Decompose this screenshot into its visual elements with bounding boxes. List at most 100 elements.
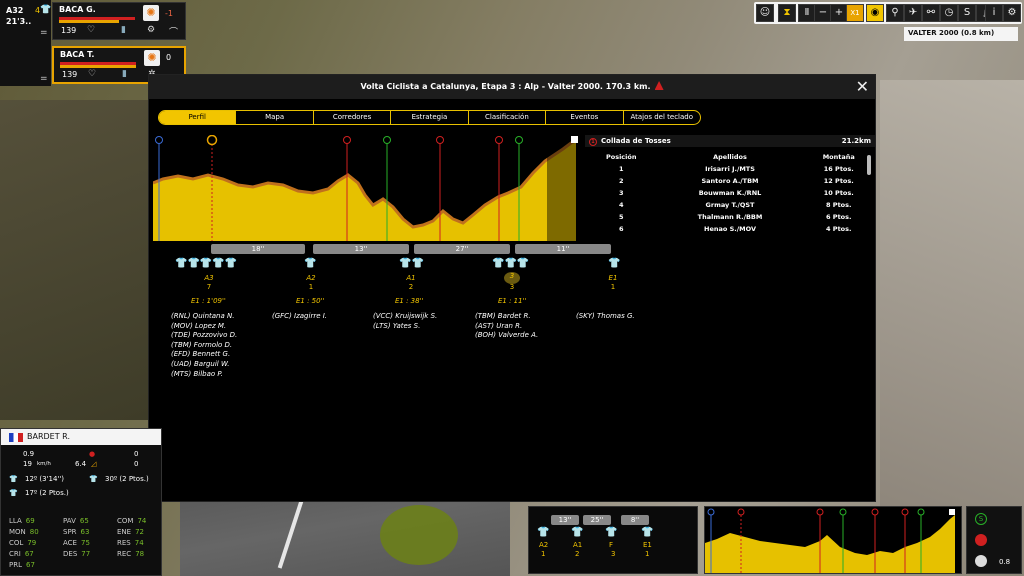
gap-bar: 25'' xyxy=(583,515,611,525)
cell: 16 Ptos. xyxy=(823,165,854,173)
rider-panel: BARDET R. 0.9 ● 0 19 km/h 6.4 ◿ 0 👕 12º … xyxy=(0,428,162,576)
stat-spr: SPR 63 xyxy=(63,528,90,536)
info-icon[interactable]: i xyxy=(985,4,1003,22)
list-item[interactable]: (MTS) Bilbao P. xyxy=(171,370,237,380)
list-item[interactable]: (TDE) Pozzovivo D. xyxy=(171,331,237,341)
cell: 8 Ptos. xyxy=(826,201,852,209)
table-row[interactable]: 6 Henao S./MOV 4 Ptos. xyxy=(585,223,875,235)
list-item[interactable]: (TBM) Bardet R. xyxy=(475,312,538,322)
rider-panel-header[interactable]: BARDET R. xyxy=(1,429,161,445)
mountain-icon[interactable] xyxy=(975,534,987,546)
group-time: E1 : 50'' xyxy=(296,297,325,305)
gap-bar: 11'' xyxy=(515,244,611,254)
group-category: A1 xyxy=(573,541,583,549)
table-row[interactable]: 5 Thalmann R./BBM 6 Ptos. xyxy=(585,211,875,223)
cyclist-icon[interactable]: ⚲ xyxy=(886,4,904,22)
list-item[interactable]: (BOH) Valverde A. xyxy=(475,331,538,341)
jersey-group[interactable]: 👕👕 xyxy=(399,258,424,269)
hourglass-icon[interactable]: ⧗ xyxy=(778,4,796,22)
jersey-icon: 👕 xyxy=(40,5,52,15)
mini-profile[interactable] xyxy=(704,506,962,574)
dialog-header: Volta Ciclista a Catalunya, Etapa 3 : Al… xyxy=(149,75,875,99)
group-count: 3 xyxy=(611,550,616,558)
tab-bar: Perfil Mapa Corredores Estrategia Clasif… xyxy=(158,110,701,125)
group-count: 7 xyxy=(206,283,212,291)
rider-energy: 139 xyxy=(62,70,78,79)
list-item[interactable]: (SKY) Thomas G. xyxy=(576,312,635,322)
hill-slope xyxy=(0,100,150,420)
green-jersey-icon: 👕 xyxy=(89,475,98,483)
tab-mapa[interactable]: Mapa xyxy=(236,111,314,124)
jersey-group[interactable]: 👕👕👕👕👕 xyxy=(175,258,237,269)
list-item[interactable]: (LTS) Yates S. xyxy=(373,322,437,332)
cell: 6 Ptos. xyxy=(826,213,852,221)
jersey-icon: 👕👕👕👕 xyxy=(175,258,225,269)
sprint-icon[interactable]: S xyxy=(958,4,976,22)
jersey-icon: 👕 xyxy=(537,527,550,538)
list-item[interactable]: (EFD) Bennett G. xyxy=(171,350,237,360)
speed-indicator[interactable]: X1 xyxy=(846,4,864,22)
list-item[interactable]: (UAD) Barguil W. xyxy=(171,360,237,370)
list-item[interactable]: (AST) Uran R. xyxy=(475,322,538,332)
table-row[interactable]: 1 Irisarri J./MTS 16 Ptos. xyxy=(585,163,875,175)
tab-perfil[interactable]: Perfil xyxy=(159,111,237,124)
column-header: Apellidos xyxy=(713,153,747,161)
france-flag-icon xyxy=(9,433,23,442)
stat-cri: CRI 67 xyxy=(9,550,34,558)
stat-lla: LLA 69 xyxy=(9,517,35,525)
cell: 4 xyxy=(618,201,624,209)
group-info[interactable]: A32 21'3.. 4 👕 = = xyxy=(0,0,51,86)
mini-groups[interactable]: 13'' 25'' 8'' 👕 👕 👕 👕 A2 A1 F E1 1 2 3 1 xyxy=(528,506,698,574)
rider-value: 0 xyxy=(166,53,172,62)
cell: 3 xyxy=(618,189,624,197)
settings-icon[interactable]: ⚙ xyxy=(1003,4,1021,22)
tab-corredores[interactable]: Corredores xyxy=(314,111,392,124)
sprint-icon[interactable]: S xyxy=(975,513,987,525)
rider-name: BACA G. xyxy=(59,5,96,14)
jersey-group[interactable]: 👕 xyxy=(304,258,316,269)
cell: Bouwman K./RNL xyxy=(698,189,762,197)
jersey-group[interactable]: 👕👕👕 xyxy=(492,258,529,269)
cell: Thalmann R./BBM xyxy=(697,213,763,221)
table-row[interactable]: 2 Santoro A./TBM 12 Ptos. xyxy=(585,175,875,187)
heart-icon: ● xyxy=(89,450,96,458)
scrollbar[interactable] xyxy=(867,155,871,175)
gear-icon[interactable]: ⚙ xyxy=(147,25,155,35)
helmet-icon[interactable]: ⌒ xyxy=(169,25,178,38)
rider-card[interactable]: BACA G. 139 ♡ ▮ ✺ -1 ⚙ ⌒ xyxy=(52,2,186,40)
stat-value: 0.9 xyxy=(23,450,35,458)
tab-eventos[interactable]: Eventos xyxy=(546,111,624,124)
jersey-group[interactable]: 👕 xyxy=(608,258,620,269)
table-row[interactable]: 3 Bouwman K./RNL 10 Ptos. xyxy=(585,187,875,199)
dialog-title: Volta Ciclista a Catalunya, Etapa 3 : Al… xyxy=(360,82,651,91)
tab-clasificacion[interactable]: Clasificación xyxy=(469,111,547,124)
close-icon[interactable]: ✕ xyxy=(856,78,869,96)
list-item[interactable]: (VCC) Kruijswijk S. xyxy=(373,312,437,322)
helicopter-icon[interactable]: ✈ xyxy=(904,4,922,22)
tab-atajos[interactable]: Atajos del teclado xyxy=(624,111,700,124)
jersey-icon: 👕 xyxy=(608,258,621,269)
mini-profile-chart xyxy=(705,508,955,573)
list-item[interactable]: (MOV) Lopez M. xyxy=(171,322,237,332)
stopwatch-icon[interactable]: ◷ xyxy=(940,4,958,22)
polka-jersey-icon: 👕 xyxy=(9,489,18,497)
climb-header: 1 Collada de Tosses 21.2km xyxy=(585,135,875,147)
person-icon[interactable]: ☺ xyxy=(756,4,774,22)
gap-bar: 18'' xyxy=(211,244,305,254)
group-time: 21'3.. xyxy=(6,17,32,26)
list-item[interactable]: (GFC) Izagirre I. xyxy=(272,312,327,322)
finish-flag-icon[interactable] xyxy=(975,555,987,567)
classification-table: Posición Apellidos Montaña 1 Irisarri J./… xyxy=(585,151,875,235)
list-item[interactable]: (RNL) Quintana N. xyxy=(171,312,237,322)
speed-unit: km/h xyxy=(37,461,51,467)
table-row[interactable]: 4 Grmay T./QST 8 Ptos. xyxy=(585,199,875,211)
equal-icon[interactable]: = xyxy=(40,28,48,38)
motorbike-icon[interactable]: ⚯ xyxy=(922,4,940,22)
stage-profile[interactable] xyxy=(153,135,579,243)
tab-estrategia[interactable]: Estrategia xyxy=(391,111,469,124)
equal-icon[interactable]: = xyxy=(40,74,48,84)
list-item[interactable]: (TBM) Formolo D. xyxy=(171,341,237,351)
group-riders: (RNL) Quintana N. (MOV) Lopez M. (TDE) P… xyxy=(171,312,237,379)
gap-bar: 13'' xyxy=(313,244,409,254)
eye-icon[interactable]: ◉ xyxy=(866,4,884,22)
